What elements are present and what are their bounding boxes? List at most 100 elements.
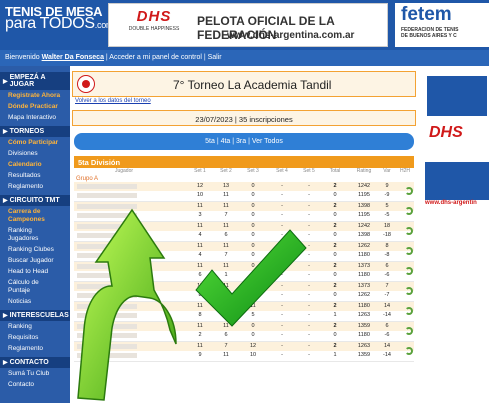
col-var: Var [383,168,391,174]
table-cell: 11 [197,223,203,229]
sidebar-item[interactable]: Calendario [0,159,70,170]
sidebar-item[interactable]: Divisiones [0,148,70,159]
sidebar-item[interactable]: Cálculo de Puntaje [0,277,70,296]
table-cell: - [308,323,310,329]
table-cell: 18 [383,223,391,229]
sidebar-item[interactable]: Requisitos [0,332,70,343]
table-cell: 0 [251,223,255,229]
sidebar-item[interactable]: Registrate Ahora [0,90,70,101]
chevron-right-icon: ▶ [3,360,8,366]
refresh-icon[interactable] [405,287,413,295]
refresh-icon[interactable] [405,267,413,275]
chevron-right-icon: ▶ [3,129,8,135]
sidebar-item[interactable]: Mapa Interactivo [0,112,70,123]
user-links[interactable]: | Acceder a mi panel de control | Salir [106,54,222,61]
table-cell: 0 [251,292,255,298]
sidebar-item[interactable]: Resultados [0,170,70,181]
table-cell: 6 [198,272,202,278]
logo-line2: para TODOS [5,15,95,32]
side-ad[interactable]: DHS www.dhs-argentin [425,72,489,210]
table-cell: - [308,352,310,358]
sidebar-item[interactable]: Ranking [0,321,70,332]
site-logo[interactable]: TENIS DE MESA para TODOS.com [5,5,113,32]
player-name-blurred[interactable] [77,213,137,218]
table-cell: 11 [223,352,229,358]
table-cell: 2 [333,183,337,189]
player-name-blurred[interactable] [77,324,137,329]
division-header: 5ta División [74,156,414,168]
table-cell: 7 [224,343,228,349]
table-cell: - [308,283,310,289]
refresh-icon[interactable] [405,207,413,215]
table-cell: 2 [333,203,337,209]
table-cell: 1195 [358,212,370,218]
table-cell: 0 [333,272,337,278]
table-row: 4 7 0 - - 0 1180 -8 [74,251,414,260]
sidebar-item[interactable]: Reglamento [0,181,70,192]
refresh-icon[interactable] [405,187,413,195]
table-cell: 2 [333,323,337,329]
table-cell: 4 [198,232,202,238]
sidebar-item[interactable]: Carrera de Campeones [0,206,70,225]
table-cell: 14 [383,303,391,309]
table-cell: 2 [333,263,337,269]
player-name-blurred[interactable] [77,264,137,269]
player-name-blurred[interactable] [77,244,137,249]
table-row: 11 11 0 - - 2 1373 7 [74,282,414,291]
table-cell: -5 [384,212,390,218]
table-cell: - [308,183,310,189]
sidebar-item[interactable]: Dónde Practicar [0,101,70,112]
table-cell: 1195 [358,192,370,198]
player-name-blurred[interactable] [77,233,137,238]
player-name-blurred[interactable] [77,224,137,229]
player-name-blurred[interactable] [77,313,137,318]
sidebar-item[interactable]: Sumá Tu Club [0,368,70,379]
dhs-banner[interactable]: DHS DOUBLE HAPPINESS PELOTA OFICIAL DE L… [108,3,388,47]
table-cell: 1180 [358,252,370,258]
sidebar-item[interactable]: Ranking Jugadores [0,225,70,244]
sidebar-item[interactable]: Cómo Participar [0,137,70,148]
sidebar-section: ▶ TORNEOS [0,126,70,137]
table-cell: 2 [333,303,337,309]
match-row: 11 11 0 - - 2 1359 6 2 6 0 - - 0 1180 -6 [74,322,414,342]
table-cell: - [308,303,310,309]
sidebar-item[interactable]: Reglamento [0,343,70,354]
player-name-blurred[interactable] [77,193,137,198]
col-set4: Set 4 [276,168,288,174]
refresh-icon[interactable] [405,347,413,355]
table-cell: 0 [251,203,255,209]
table-cell: 7 [224,292,228,298]
player-name-blurred[interactable] [77,184,137,189]
fetem-banner[interactable]: fetem FEDERACION DE TENIS DE BUENOS AIRE… [395,3,489,47]
table-cell: 11 [197,323,203,329]
sidebar-item[interactable]: Head to Head [0,266,70,277]
sidebar-item[interactable]: Contacto [0,379,70,390]
player-name-blurred[interactable] [77,284,137,289]
sidebar-item[interactable]: Noticias [0,296,70,307]
table-cell: 13 [222,303,230,309]
table-cell: 11 [197,243,203,249]
player-name-blurred[interactable] [77,344,137,349]
player-name-blurred[interactable] [77,253,137,258]
sidebar-item[interactable]: Buscar Jugador [0,255,70,266]
table-cell: - [308,243,310,249]
player-name-blurred[interactable] [77,353,137,358]
player-name-blurred[interactable] [77,333,137,338]
refresh-icon[interactable] [405,227,413,235]
player-name-blurred[interactable] [77,204,137,209]
player-name-blurred[interactable] [77,293,137,298]
table-cell: 1180 [358,303,370,309]
refresh-icon[interactable] [405,307,413,315]
refresh-icon[interactable] [405,247,413,255]
table-cell: 5 [251,312,255,318]
player-name-blurred[interactable] [77,304,137,309]
table-row: 8 15 5 - - 1 1263 -14 [74,311,414,320]
back-link[interactable]: Volver a los datos del torneo [75,98,151,104]
table-cell: 1398 [357,203,371,209]
refresh-icon[interactable] [405,327,413,335]
sidebar-item[interactable]: Ranking Clubes [0,244,70,255]
division-tabs[interactable]: 5ta | 4ta | 3ra | Ver Todos [74,133,414,150]
user-link[interactable]: Walter Da Fonseca [42,54,104,61]
table-cell: - [281,272,283,278]
player-name-blurred[interactable] [77,273,137,278]
